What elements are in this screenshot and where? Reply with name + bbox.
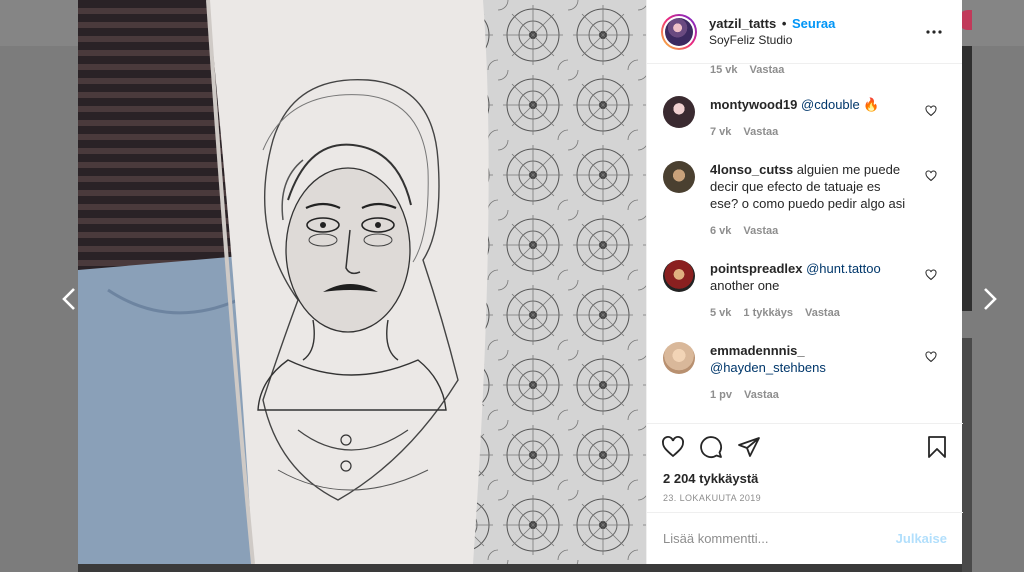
publish-button[interactable]: Julkaise: [896, 531, 947, 546]
commenter-avatar[interactable]: [663, 342, 695, 374]
comment-input[interactable]: [663, 531, 896, 546]
like-button[interactable]: [661, 435, 685, 459]
background-post-thumbnail: [962, 46, 972, 311]
background-post-thumbnail: [962, 338, 972, 572]
comment-mention[interactable]: @hayden_stehbens: [710, 360, 826, 375]
comment-text: another one: [710, 278, 780, 293]
comment-icon: [700, 436, 722, 458]
comment-item: montywood19 @cdouble 🔥 7 vk Vastaa: [663, 96, 953, 138]
follow-button[interactable]: Seuraa: [792, 16, 835, 31]
post-header: yatzil_tatts • Seuraa SoyFeliz Studio: [647, 0, 962, 64]
author-avatar[interactable]: [661, 13, 697, 50]
comment-item: pointspreadlex @hunt.tattoo another one …: [663, 260, 953, 319]
comment-item: 4lonso_cutss alguien me puede decir que …: [663, 161, 953, 237]
heart-icon: [662, 436, 684, 458]
chevron-left-icon: [62, 288, 75, 310]
comment-meta: 15 vk Vastaa: [710, 64, 784, 76]
author-username[interactable]: yatzil_tatts: [709, 16, 776, 31]
comment-time: 7 vk: [710, 126, 732, 138]
comment-like-heart-icon[interactable]: [925, 105, 937, 117]
bookmark-icon: [928, 436, 946, 458]
previous-post-button[interactable]: [57, 284, 81, 314]
separator-dot: •: [781, 16, 787, 31]
comment-like-heart-icon[interactable]: [925, 170, 937, 182]
comment-time: 15 vk: [710, 64, 738, 76]
commenter-avatar[interactable]: [663, 96, 695, 128]
save-button[interactable]: [925, 435, 949, 459]
background-post-thumbnails: [78, 564, 962, 572]
share-icon: [738, 437, 760, 457]
commenter-avatar[interactable]: [663, 260, 695, 292]
comment-mention[interactable]: @cdouble: [801, 97, 860, 112]
comment-time: 6 vk: [710, 225, 732, 237]
post-date: 23. LOKAKUUTA 2019: [663, 493, 762, 503]
comment-time: 5 vk: [710, 307, 732, 319]
comment-button[interactable]: [699, 435, 723, 459]
post-location[interactable]: SoyFeliz Studio: [709, 32, 922, 48]
more-horizontal-icon: [926, 29, 942, 34]
comment-like-heart-icon[interactable]: [925, 269, 937, 281]
commenter-avatar[interactable]: [663, 161, 695, 193]
commenter-username[interactable]: emmadennnis_: [710, 343, 805, 358]
reply-button[interactable]: Vastaa: [805, 307, 840, 319]
tattoo-photo: [78, 0, 646, 564]
comment-text: 🔥: [859, 97, 880, 112]
reply-button[interactable]: Vastaa: [743, 126, 778, 138]
comment-like-heart-icon[interactable]: [925, 351, 937, 363]
post-actions: 2 204 tykkäystä 23. LOKAKUUTA 2019 Julka…: [647, 423, 963, 564]
post-side-panel: yatzil_tatts • Seuraa SoyFeliz Studio 15…: [646, 0, 963, 564]
more-options-button[interactable]: [922, 20, 946, 44]
comment-likes-count[interactable]: 1 tykkäys: [743, 307, 793, 319]
add-comment-bar: Julkaise: [647, 512, 963, 564]
post-image[interactable]: [78, 0, 646, 564]
commenter-username[interactable]: 4lonso_cutss: [710, 162, 793, 177]
comment-item: emmadennnis_ @hayden_stehbens 1 pv Vasta…: [663, 342, 953, 401]
commenter-username[interactable]: pointspreadlex: [710, 261, 802, 276]
reply-button[interactable]: Vastaa: [744, 389, 779, 401]
reply-button[interactable]: Vastaa: [743, 225, 778, 237]
commenter-username[interactable]: montywood19: [710, 97, 797, 112]
likes-count[interactable]: 2 204 tykkäystä: [647, 470, 963, 488]
reply-button[interactable]: Vastaa: [750, 64, 785, 76]
comments-list[interactable]: 15 vk Vastaa montywood19 @cdouble 🔥 7 vk…: [647, 64, 962, 424]
comment-time: 1 pv: [710, 389, 733, 401]
next-post-button[interactable]: [978, 284, 1002, 314]
comment-mention[interactable]: @hunt.tattoo: [806, 261, 881, 276]
chevron-right-icon: [984, 288, 997, 310]
share-button[interactable]: [737, 435, 761, 459]
